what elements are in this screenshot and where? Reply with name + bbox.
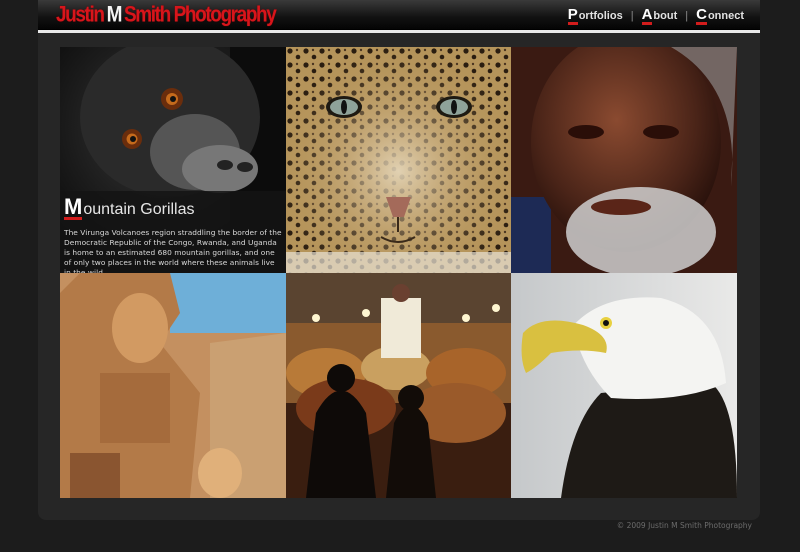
featured-title: Mountain Gorillas [64,194,282,220]
photo-gallery: Mountain Gorillas The Virunga Volcanoes … [60,47,737,498]
main-panel: Mountain Gorillas The Virunga Volcanoes … [38,33,760,520]
nav-initial: C [696,6,707,25]
nav-about-link[interactable]: About [641,6,678,25]
nav-initial: P [567,6,578,25]
leopard-photo [286,47,511,273]
nav-connect-link[interactable]: Connect [696,7,744,25]
portrait-photo [511,47,737,273]
gallery-tile-eagle[interactable] [511,273,737,498]
featured-caption: Mountain Gorillas The Virunga Volcanoes … [60,191,286,273]
gallery-tile-market[interactable] [286,273,511,498]
nav-separator: | [685,10,689,22]
logo-text-first: Justin [56,3,105,28]
nav-label: onnect [707,10,744,22]
nav-initial: A [641,6,653,25]
market-photo [286,273,511,498]
gallery-tile-statue[interactable] [60,273,286,498]
site-logo[interactable]: Justin M Smith Photography [56,2,277,30]
featured-title-initial: M [64,194,83,220]
eagle-photo [511,273,737,498]
gallery-tile-portrait[interactable] [511,47,737,273]
logo-text-last: Smith Photography [124,3,277,28]
logo-text-middle: M [106,3,123,28]
featured-title-text: ountain Gorillas [83,201,195,218]
nav-label: bout [653,10,678,22]
featured-description: The Virunga Volcanoes region straddling … [64,228,282,273]
nav-separator: | [630,10,634,22]
nav-label: ortfolios [578,10,623,22]
gallery-tile-gorilla[interactable]: Mountain Gorillas The Virunga Volcanoes … [60,47,286,273]
footer-copyright: © 2009 Justin M Smith Photography [616,521,752,530]
nav-portfolios-link[interactable]: Portfolios [567,6,623,25]
site-header: Justin M Smith Photography Portfolios | Ab… [38,0,760,30]
statue-photo [60,273,286,498]
main-nav: Portfolios | About | Connect [567,5,744,27]
gallery-tile-leopard[interactable] [286,47,511,273]
